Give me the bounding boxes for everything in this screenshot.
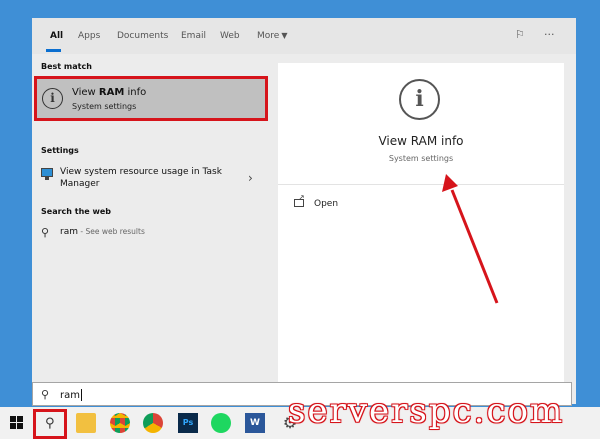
windows-logo-square (17, 423, 23, 429)
annotation-arrow-head (442, 174, 458, 192)
windows-logo-square (10, 416, 16, 422)
taskbar-search-button[interactable]: ⚲ (33, 409, 67, 439)
windows-logo-square (17, 416, 23, 422)
annotation-arrow-shaft (450, 189, 499, 304)
spotify-icon[interactable] (211, 413, 231, 433)
annotation-arrow (442, 174, 499, 304)
windows-start-button[interactable] (10, 416, 24, 430)
chrome-icon[interactable] (110, 413, 130, 433)
file-explorer-icon[interactable] (76, 413, 96, 433)
watermark: serverspc.com (288, 391, 565, 431)
chrome-icon[interactable] (143, 413, 163, 433)
photoshop-icon[interactable]: Ps (178, 413, 198, 433)
word-icon[interactable]: W (245, 413, 265, 433)
search-input-value: ram (60, 390, 80, 401)
search-icon: ⚲ (41, 388, 50, 401)
text-caret (80, 389, 82, 401)
search-input[interactable]: ram (60, 389, 82, 401)
search-icon: ⚲ (45, 416, 55, 431)
windows-logo-square (10, 423, 16, 429)
